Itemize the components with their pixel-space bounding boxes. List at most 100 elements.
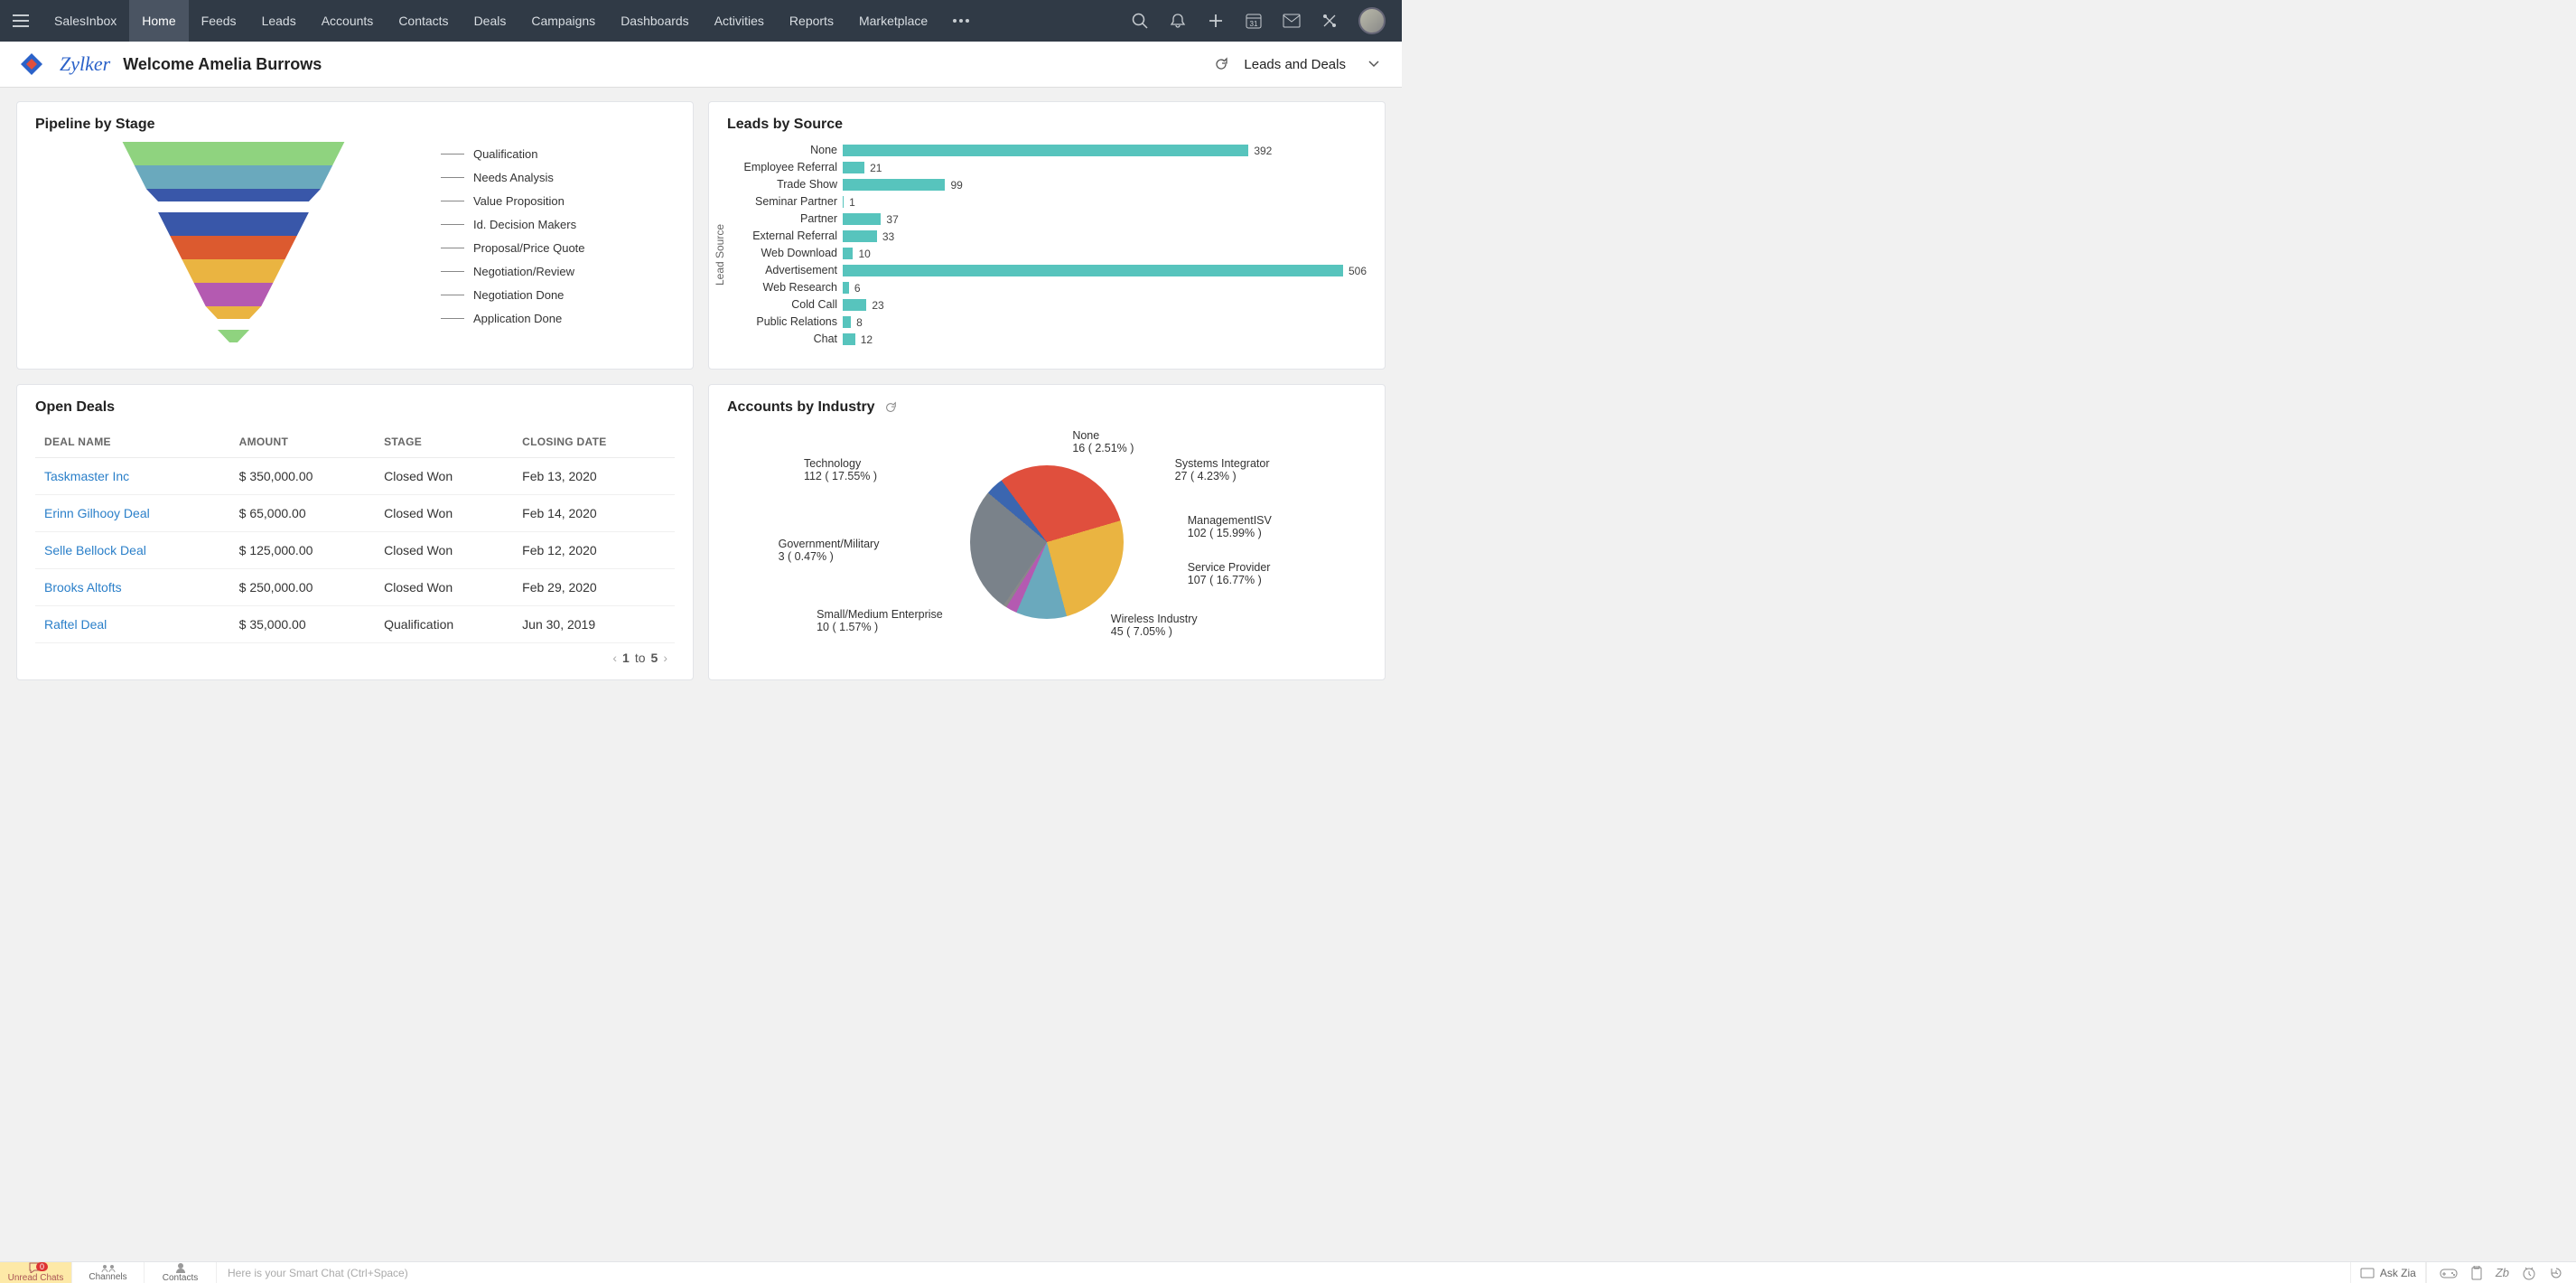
table-row[interactable]: Raftel Deal $ 35,000.00 Qualification Ju… xyxy=(35,606,675,643)
deal-closing: Feb 14, 2020 xyxy=(513,495,675,532)
nav-item-contacts[interactable]: Contacts xyxy=(386,0,461,42)
nav-item-accounts[interactable]: Accounts xyxy=(309,0,387,42)
bar xyxy=(843,213,881,225)
unread-chats-button[interactable]: 0 Unread Chats xyxy=(0,1262,72,1283)
leads-row-label: Advertisement xyxy=(727,262,843,279)
pie-slice-label: Wireless Industry45 ( 7.05% ) xyxy=(1111,613,1198,638)
table-pager: ‹ 1 to 5 › xyxy=(35,643,675,665)
leads-bar-row[interactable]: 12 xyxy=(843,331,1367,348)
add-icon[interactable] xyxy=(1207,12,1225,30)
bar-value: 23 xyxy=(872,299,883,312)
profile-avatar[interactable] xyxy=(1358,7,1386,34)
bar-value: 21 xyxy=(870,162,882,174)
chevron-down-icon[interactable] xyxy=(1366,56,1382,72)
nav-item-home[interactable]: Home xyxy=(129,0,188,42)
bar xyxy=(843,299,866,311)
funnel-segment[interactable] xyxy=(35,330,432,342)
leads-bar-row[interactable]: 33 xyxy=(843,228,1367,245)
table-row[interactable]: Brooks Altofts $ 250,000.00 Closed Won F… xyxy=(35,569,675,606)
bar xyxy=(843,333,855,345)
bar xyxy=(843,162,864,173)
clipboard-icon[interactable] xyxy=(2470,1266,2483,1280)
view-dropdown[interactable]: Leads and Deals xyxy=(1244,57,1351,72)
ask-zia-label: Ask Zia xyxy=(2380,1267,2416,1279)
table-row[interactable]: Selle Bellock Deal $ 125,000.00 Closed W… xyxy=(35,532,675,569)
ask-zia-button[interactable]: Ask Zia xyxy=(2350,1262,2426,1283)
leads-bar-row[interactable]: 37 xyxy=(843,211,1367,228)
funnel-segment[interactable] xyxy=(35,236,432,259)
nav-item-dashboards[interactable]: Dashboards xyxy=(608,0,702,42)
funnel-segment[interactable] xyxy=(35,189,432,201)
svg-text:31: 31 xyxy=(1250,20,1258,28)
funnel-segment[interactable] xyxy=(35,259,432,283)
funnel-stage-label: Qualification xyxy=(441,142,675,165)
leads-row-label: Trade Show xyxy=(727,176,843,193)
hamburger-menu-icon[interactable] xyxy=(0,14,42,27)
tools-icon[interactable] xyxy=(1321,12,1339,30)
leads-bar-row[interactable]: 6 xyxy=(843,279,1367,296)
table-row[interactable]: Taskmaster Inc $ 350,000.00 Closed Won F… xyxy=(35,458,675,495)
deal-link[interactable]: Erinn Gilhooy Deal xyxy=(44,506,150,520)
nav-more-icon[interactable] xyxy=(940,0,982,42)
history-icon[interactable] xyxy=(2549,1266,2563,1280)
pager-next-icon[interactable]: › xyxy=(663,651,667,665)
bar xyxy=(843,282,849,294)
zia-icon[interactable]: Zb xyxy=(2496,1266,2509,1279)
pager-sep: to xyxy=(635,651,646,665)
table-header[interactable]: DEAL NAME xyxy=(35,425,230,458)
funnel-segment[interactable] xyxy=(35,212,432,236)
card-title: Pipeline by Stage xyxy=(35,117,675,133)
leads-bar-row[interactable]: 1 xyxy=(843,193,1367,211)
channels-button[interactable]: Channels xyxy=(72,1262,145,1283)
nav-item-salesinbox[interactable]: SalesInbox xyxy=(42,0,129,42)
deal-amount: $ 65,000.00 xyxy=(230,495,375,532)
funnel-stage-label: Needs Analysis xyxy=(441,165,675,189)
smart-chat-input[interactable]: Here is your Smart Chat (Ctrl+Space) xyxy=(217,1267,2350,1279)
nav-item-deals[interactable]: Deals xyxy=(462,0,519,42)
clock-icon[interactable] xyxy=(2522,1266,2536,1280)
leads-bar-row[interactable]: 99 xyxy=(843,176,1367,193)
nav-item-reports[interactable]: Reports xyxy=(777,0,846,42)
table-header[interactable]: AMOUNT xyxy=(230,425,375,458)
refresh-icon[interactable] xyxy=(1213,56,1229,72)
nav-item-activities[interactable]: Activities xyxy=(702,0,777,42)
deal-link[interactable]: Brooks Altofts xyxy=(44,580,122,595)
table-row[interactable]: Erinn Gilhooy Deal $ 65,000.00 Closed Wo… xyxy=(35,495,675,532)
deal-link[interactable]: Taskmaster Inc xyxy=(44,469,129,483)
calendar-icon[interactable]: 31 xyxy=(1245,12,1263,30)
nav-item-feeds[interactable]: Feeds xyxy=(189,0,249,42)
table-header[interactable]: CLOSING DATE xyxy=(513,425,675,458)
funnel-chart xyxy=(35,142,432,354)
search-icon[interactable] xyxy=(1131,12,1149,30)
gamepad-icon[interactable] xyxy=(2440,1267,2458,1279)
leads-bar-row[interactable]: 23 xyxy=(843,296,1367,314)
leads-bar-row[interactable]: 506 xyxy=(843,262,1367,279)
nav-item-marketplace[interactable]: Marketplace xyxy=(846,0,940,42)
pie-slice-label: None16 ( 2.51% ) xyxy=(1072,429,1134,454)
deal-link[interactable]: Selle Bellock Deal xyxy=(44,543,146,557)
funnel-segment[interactable] xyxy=(35,165,432,189)
leads-bar-row[interactable]: 392 xyxy=(843,142,1367,159)
unread-badge: 0 xyxy=(36,1262,48,1271)
bar xyxy=(843,265,1343,276)
nav-item-leads[interactable]: Leads xyxy=(249,0,309,42)
mail-icon[interactable] xyxy=(1283,12,1301,30)
deal-link[interactable]: Raftel Deal xyxy=(44,617,107,632)
funnel-segment[interactable] xyxy=(35,283,432,306)
table-header[interactable]: STAGE xyxy=(375,425,513,458)
refresh-icon[interactable] xyxy=(884,401,897,414)
deal-amount: $ 350,000.00 xyxy=(230,458,375,495)
leads-bar-row[interactable]: 21 xyxy=(843,159,1367,176)
contacts-button[interactable]: Contacts xyxy=(145,1262,217,1283)
leads-bar-row[interactable]: 8 xyxy=(843,314,1367,331)
funnel-stage-label: Negotiation Done xyxy=(441,283,675,306)
card-leads-by-source: Leads by Source Lead Source NoneEmployee… xyxy=(708,101,1386,370)
pager-prev-icon[interactable]: ‹ xyxy=(612,651,617,665)
bell-icon[interactable] xyxy=(1169,12,1187,30)
funnel-segment[interactable] xyxy=(35,142,432,165)
bottom-bar: 0 Unread Chats Channels Contacts Here is… xyxy=(0,1261,2576,1283)
funnel-segment[interactable] xyxy=(35,306,432,319)
pie-slice-label: Small/Medium Enterprise10 ( 1.57% ) xyxy=(817,608,943,633)
nav-item-campaigns[interactable]: Campaigns xyxy=(518,0,608,42)
leads-bar-row[interactable]: 10 xyxy=(843,245,1367,262)
